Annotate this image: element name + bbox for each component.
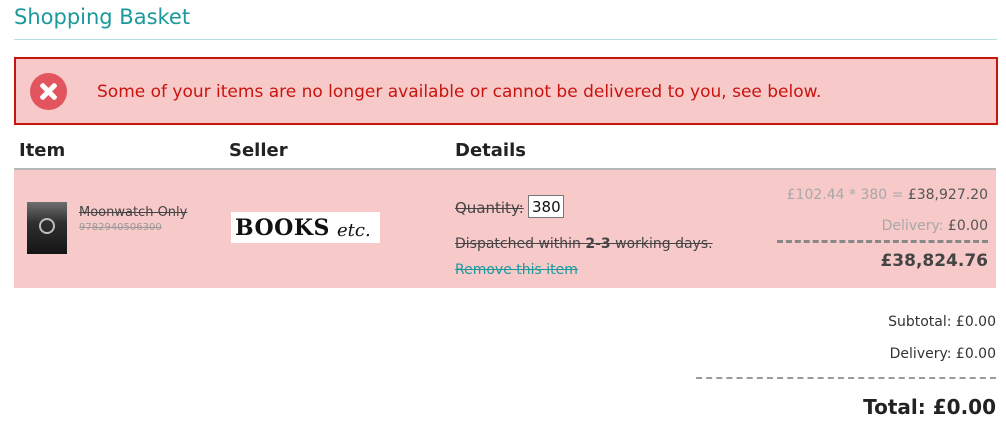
quantity-display: 380 bbox=[860, 187, 888, 203]
line-delivery-value: £0.00 bbox=[947, 218, 988, 234]
subtotal: Subtotal: £0.00 bbox=[888, 314, 996, 330]
column-header-details: Details bbox=[455, 140, 526, 161]
error-alert: Some of your items are no longer availab… bbox=[14, 57, 998, 125]
basket-row: Moonwatch Only 9782940506300 BOOKS etc. … bbox=[14, 170, 996, 288]
price-calculation: £102.44 * 380 = £38,927.20 bbox=[787, 187, 988, 203]
subtotal-value: £0.00 bbox=[955, 314, 996, 330]
grand-total: Total: £0.00 bbox=[863, 395, 996, 419]
seller-logo: BOOKS etc. bbox=[231, 212, 380, 243]
dispatch-suffix: working days. bbox=[610, 236, 713, 252]
line-delivery: Delivery: £0.00 bbox=[882, 218, 988, 234]
product-isbn: 9782940506300 bbox=[79, 222, 162, 233]
dispatch-info: Dispatched within 2-3 working days. bbox=[455, 236, 713, 252]
delivery-summary-label: Delivery: bbox=[889, 346, 956, 362]
quantity-input[interactable] bbox=[528, 195, 564, 218]
delivery-summary-value: £0.00 bbox=[955, 346, 996, 362]
title-divider bbox=[14, 39, 997, 40]
column-header-item: Item bbox=[19, 140, 66, 161]
total-label: Total: bbox=[863, 395, 933, 419]
error-x-circle-icon bbox=[30, 73, 67, 110]
page-title: Shopping Basket bbox=[14, 5, 191, 29]
dispatch-prefix: Dispatched within bbox=[455, 236, 586, 252]
subtotal-label: Subtotal: bbox=[888, 314, 956, 330]
line-delivery-label: Delivery: bbox=[881, 218, 948, 234]
seller-logo-sub: etc. bbox=[337, 220, 371, 241]
product-name[interactable]: Moonwatch Only bbox=[79, 205, 187, 220]
line-total: £38,824.76 bbox=[880, 251, 988, 271]
line-subtotal: £38,927.20 bbox=[907, 187, 988, 203]
delivery-summary: Delivery: £0.00 bbox=[890, 346, 996, 362]
alert-message: Some of your items are no longer availab… bbox=[97, 82, 822, 102]
dispatch-days: 2-3 bbox=[585, 236, 611, 252]
seller-logo-main: BOOKS bbox=[235, 215, 330, 241]
product-thumbnail[interactable] bbox=[27, 202, 67, 254]
line-total-divider bbox=[777, 240, 988, 243]
unit-price: £102.44 bbox=[786, 187, 845, 203]
total-value: £0.00 bbox=[932, 395, 996, 419]
remove-item-link[interactable]: Remove this item bbox=[455, 262, 578, 278]
multiply-sign: * bbox=[844, 187, 861, 203]
summary-divider bbox=[696, 377, 996, 379]
quantity-label: Quantity: bbox=[455, 199, 524, 217]
equals-sign: = bbox=[887, 187, 908, 203]
column-header-seller: Seller bbox=[229, 140, 288, 161]
